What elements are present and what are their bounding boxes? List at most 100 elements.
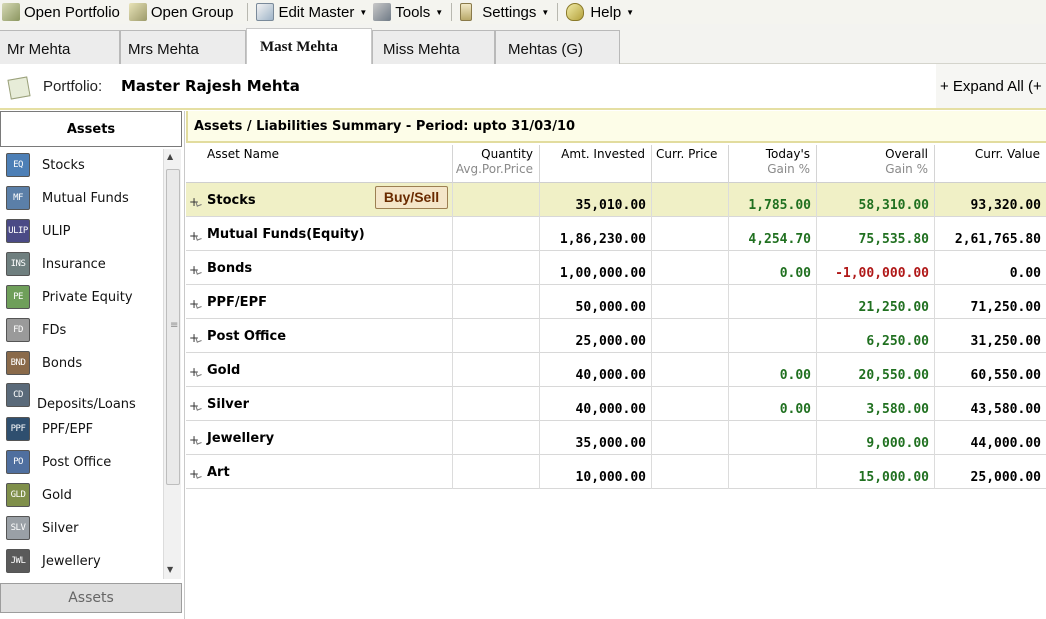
ulip-icon: ULIP bbox=[6, 219, 30, 243]
tab-mehtas-group[interactable]: Mehtas (G) bbox=[495, 30, 620, 64]
sidebar-header: Assets bbox=[0, 111, 182, 147]
curr-value-cell: 0.00 bbox=[1009, 266, 1041, 281]
col-todays-label: Today's bbox=[765, 147, 810, 161]
col-quantity[interactable]: Quantity Avg.Por.Price bbox=[453, 145, 540, 183]
tab-mast-mehta[interactable]: Mast Mehta bbox=[246, 28, 372, 65]
quantity-cell bbox=[453, 353, 540, 387]
amt-invested-cell: 50,000.00 bbox=[540, 285, 652, 319]
overall-gain-cell: 9,000.00 bbox=[817, 421, 935, 455]
todays-gain-cell: 1,785.00 bbox=[729, 183, 817, 217]
sidebar-item-deposits-loans[interactable]: CD Deposits/Loans bbox=[6, 383, 163, 417]
settings-menu[interactable]: Settings ▼ bbox=[460, 0, 549, 24]
help-menu[interactable]: Help ▼ bbox=[566, 0, 634, 24]
quantity-cell bbox=[453, 421, 540, 455]
expand-pointer-icon bbox=[195, 336, 202, 343]
col-todays-sub: Gain % bbox=[767, 162, 810, 176]
sidebar-item-gold[interactable]: GLD Gold bbox=[6, 481, 163, 509]
mutual-funds-icon: MF bbox=[6, 186, 30, 210]
table-row[interactable]: + PPF/EPF 50,000.00 21,250.00 71,250.00 bbox=[186, 285, 1046, 319]
amt-invested-cell: 1,00,000.00 bbox=[540, 251, 652, 285]
asset-name: Gold bbox=[207, 363, 241, 378]
grid-header: Asset Name Quantity Avg.Por.Price Amt. I… bbox=[186, 145, 1046, 183]
asset-name-cell: + Mutual Funds(Equity) bbox=[186, 217, 453, 251]
buy-sell-button[interactable]: Buy/Sell bbox=[375, 186, 448, 209]
sidebar-item-jewellery[interactable]: JWL Jewellery bbox=[6, 547, 163, 575]
tab-mr-mehta[interactable]: Mr Mehta bbox=[0, 30, 120, 64]
col-overall-gain[interactable]: Overall Gain % bbox=[817, 145, 935, 183]
sidebar-footer-assets-button[interactable]: Assets bbox=[0, 583, 182, 613]
table-row[interactable]: + Art 10,000.00 15,000.00 25,000.00 bbox=[186, 455, 1046, 489]
table-row[interactable]: + Jewellery 35,000.00 9,000.00 44,000.00 bbox=[186, 421, 1046, 455]
table-row[interactable]: + Gold 40,000.00 0.00 20,550.00 60,550.00 bbox=[186, 353, 1046, 387]
col-asset-name[interactable]: Asset Name bbox=[203, 145, 453, 183]
quantity-cell bbox=[453, 251, 540, 285]
curr-value-cell: 60,550.00 bbox=[970, 368, 1041, 383]
sidebar-item-private-equity[interactable]: PE Private Equity bbox=[6, 283, 163, 311]
curr-price-cell bbox=[652, 353, 729, 387]
table-row[interactable]: + Post Office 25,000.00 6,250.00 31,250.00 bbox=[186, 319, 1046, 353]
help-shield-icon bbox=[566, 3, 585, 21]
portfolio-icon bbox=[7, 76, 31, 100]
open-group-button[interactable]: Open Group bbox=[128, 0, 233, 24]
scroll-down-arrow-icon[interactable]: ▼ bbox=[167, 565, 173, 574]
sidebar-item-label: PPF/EPF bbox=[42, 421, 94, 437]
tools-icon bbox=[373, 3, 392, 21]
asset-name-cell: + Bonds bbox=[186, 251, 453, 285]
sidebar-scrollbar[interactable]: ▲ ≡ ▼ bbox=[163, 149, 181, 579]
todays-gain-cell bbox=[729, 421, 817, 455]
scrollbar-thumb[interactable]: ≡ bbox=[166, 169, 180, 485]
table-row[interactable]: + Silver 40,000.00 0.00 3,580.00 43,580.00 bbox=[186, 387, 1046, 421]
col-curr-price[interactable]: Curr. Price bbox=[652, 145, 729, 183]
tools-menu[interactable]: Tools ▼ bbox=[373, 0, 443, 24]
tab-mrs-mehta[interactable]: Mrs Mehta bbox=[120, 30, 246, 64]
sidebar-item-bonds[interactable]: BND Bonds bbox=[6, 349, 163, 377]
edit-master-menu[interactable]: Edit Master ▼ bbox=[256, 0, 367, 24]
private-equity-icon: PE bbox=[6, 285, 30, 309]
expand-all-button[interactable]: + Expand All (+ bbox=[940, 78, 1042, 95]
sidebar-item-ulip[interactable]: ULIP ULIP bbox=[6, 217, 163, 245]
sidebar-item-insurance[interactable]: INS Insurance bbox=[6, 250, 163, 278]
sidebar-item-ppf-epf[interactable]: PPF PPF/EPF bbox=[6, 415, 163, 443]
todays-gain-cell: 0.00 bbox=[729, 353, 817, 387]
asset-name: Stocks bbox=[207, 193, 256, 208]
col-amt-invested[interactable]: Amt. Invested bbox=[540, 145, 652, 183]
table-row[interactable]: + Stocks Buy/Sell 35,010.00 1,785.00 58,310.0… bbox=[186, 183, 1046, 217]
overall-gain-cell: -1,00,000.00 bbox=[817, 251, 935, 285]
gold-icon: GLD bbox=[6, 483, 30, 507]
col-todays-gain[interactable]: Today's Gain % bbox=[729, 145, 817, 183]
expand-pointer-icon bbox=[195, 370, 202, 377]
sidebar-item-post-office[interactable]: PO Post Office bbox=[6, 448, 163, 476]
curr-price-cell bbox=[652, 285, 729, 319]
asset-name: PPF/EPF bbox=[207, 295, 267, 310]
sidebar-item-mutual-funds[interactable]: MF Mutual Funds bbox=[6, 184, 163, 212]
portfolio-bar: Portfolio: Master Rajesh Mehta + Expand … bbox=[0, 64, 1046, 110]
stocks-icon: EQ bbox=[6, 153, 30, 177]
settings-icon bbox=[460, 3, 473, 21]
chevron-down-icon: ▼ bbox=[626, 7, 635, 17]
scroll-up-arrow-icon[interactable]: ▲ bbox=[167, 152, 173, 161]
sidebar-item-stocks[interactable]: EQ Stocks bbox=[6, 151, 163, 179]
quantity-cell bbox=[453, 183, 540, 217]
curr-value-cell: 43,580.00 bbox=[970, 402, 1041, 417]
amt-invested-cell: 1,86,230.00 bbox=[540, 217, 652, 251]
overall-gain-cell: 15,000.00 bbox=[817, 455, 935, 489]
overall-gain-cell: 21,250.00 bbox=[817, 285, 935, 319]
overall-gain-cell: 6,250.00 bbox=[817, 319, 935, 353]
table-row[interactable]: + Mutual Funds(Equity) 1,86,230.00 4,254.70… bbox=[186, 217, 1046, 251]
sidebar-item-fds[interactable]: FD FDs bbox=[6, 316, 163, 344]
open-portfolio-button[interactable]: Open Portfolio bbox=[2, 0, 120, 24]
sidebar-item-silver[interactable]: SLV Silver bbox=[6, 514, 163, 542]
bonds-icon: BND bbox=[6, 351, 30, 375]
asset-name: Art bbox=[207, 465, 230, 480]
sidebar-item-label: Bonds bbox=[42, 355, 83, 371]
asset-name: Silver bbox=[207, 397, 249, 412]
tab-miss-mehta[interactable]: Miss Mehta bbox=[372, 30, 495, 64]
col-curr-value[interactable]: Curr. Value bbox=[935, 145, 1046, 183]
table-row[interactable]: + Bonds 1,00,000.00 0.00 -1,00,000.00 0.00 bbox=[186, 251, 1046, 285]
sidebar-item-label: Mutual Funds bbox=[42, 190, 129, 206]
quantity-cell bbox=[453, 387, 540, 421]
sidebar-item-label: Deposits/Loans bbox=[37, 397, 136, 412]
expand-pointer-icon bbox=[195, 472, 202, 479]
asset-sidebar: Assets EQ Stocks MF Mutual Funds ULIP UL… bbox=[0, 111, 185, 619]
todays-gain-cell: 4,254.70 bbox=[729, 217, 817, 251]
